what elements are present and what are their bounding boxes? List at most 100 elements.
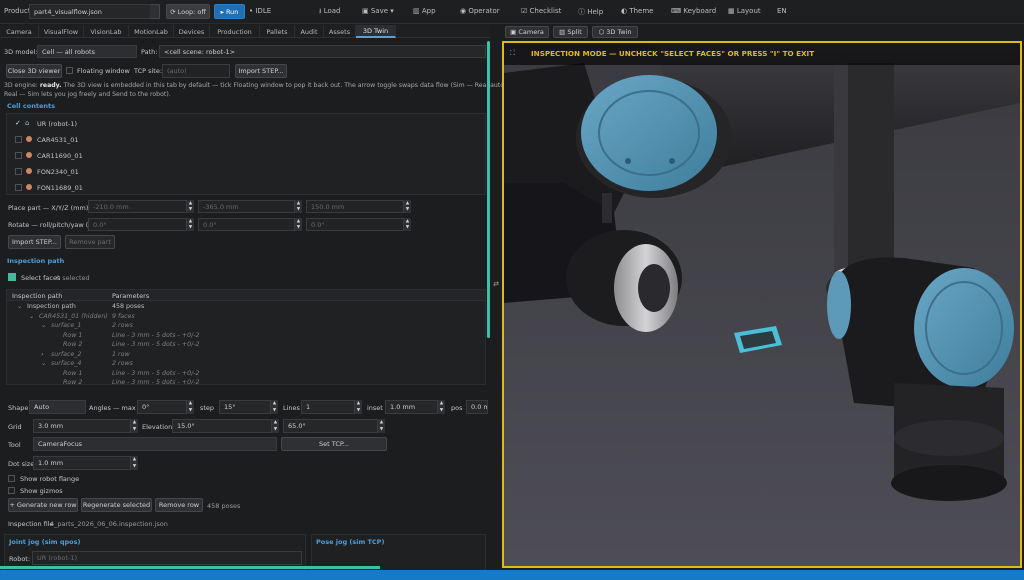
place-x-stepper[interactable]: ▲ ▼: [186, 200, 194, 213]
tab-visualflow[interactable]: VisualFlow: [39, 25, 84, 38]
cell-item-part[interactable]: CAR4531_01: [37, 136, 79, 144]
place-y-stepper[interactable]: ▲ ▼: [294, 200, 302, 213]
inset-stepper[interactable]: ▲ ▼: [437, 400, 445, 414]
tree-row[interactable]: Row 1 Line - 3 mm - 5 dots - +0/-2: [17, 370, 200, 377]
yaw-stepper[interactable]: ▲ ▼: [403, 218, 411, 231]
yaw-field[interactable]: 0.0°: [306, 218, 405, 231]
show-flange-checkbox[interactable]: [8, 475, 15, 482]
tree-row[interactable]: Row 1 Line - 3 mm - 5 dots - +0/-2: [17, 332, 200, 339]
loop-toggle-button[interactable]: ⟳ Loop: off: [166, 4, 210, 19]
expand-arrow-icon[interactable]: ›: [41, 351, 51, 358]
cell-item-checkbox[interactable]: [15, 136, 22, 143]
menu-save[interactable]: ▣ Save ▾: [362, 7, 394, 15]
select-faces-checkbox[interactable]: [8, 273, 16, 281]
tree-row[interactable]: › surface_2 1 row: [17, 351, 130, 358]
menu-language[interactable]: EN: [777, 7, 787, 15]
import-step-button-top[interactable]: Import STEP...: [235, 64, 287, 78]
product-file-field[interactable]: part4_visualflow.json: [29, 4, 160, 19]
menu-app[interactable]: ▥ App: [413, 7, 436, 15]
model-select[interactable]: Cell — all robots: [37, 45, 137, 58]
cell-item-part[interactable]: FON2340_01: [37, 168, 79, 176]
right-tab-split[interactable]: ▥ Split: [553, 26, 588, 38]
lines-field[interactable]: 1: [301, 400, 356, 414]
tree-row[interactable]: ⌄ surface_1 2 rows: [17, 322, 133, 329]
elevation-stepper[interactable]: ▲ ▼: [271, 419, 279, 433]
tab-audit[interactable]: Audit: [295, 25, 324, 38]
tab-production[interactable]: Production: [210, 25, 260, 38]
tree-row[interactable]: Row 2 Line - 3 mm - 5 dots - +0/-2: [17, 341, 200, 348]
floating-window-checkbox[interactable]: [66, 67, 73, 74]
tcp-site-select[interactable]: (auto): [162, 64, 230, 78]
cell-item-robot[interactable]: UR (robot-1): [37, 120, 77, 128]
angles-max-field[interactable]: 0°: [137, 400, 188, 414]
elevation-max-stepper[interactable]: ▲ ▼: [377, 419, 385, 433]
roll-stepper[interactable]: ▲ ▼: [186, 218, 194, 231]
tree-row[interactable]: ⌄ surface_4 2 rows: [17, 360, 133, 367]
grid-stepper[interactable]: ▲ ▼: [130, 419, 138, 433]
expand-arrow-icon[interactable]: ⌄: [17, 303, 27, 310]
robot-select[interactable]: UR (robot-1): [32, 551, 302, 565]
step-field[interactable]: 15°: [219, 400, 272, 414]
pitch-stepper[interactable]: ▲ ▼: [294, 218, 302, 231]
angles-max-stepper[interactable]: ▲ ▼: [186, 400, 194, 414]
viewer-3d[interactable]: ⛶ INSPECTION MODE — UNCHECK "SELECT FACE…: [502, 41, 1022, 568]
grid-field[interactable]: 3.0 mm: [33, 419, 132, 433]
tab-assets[interactable]: Assets: [324, 25, 356, 38]
remove-row-button[interactable]: Remove row: [155, 498, 203, 512]
place-z-stepper[interactable]: ▲ ▼: [403, 200, 411, 213]
tree-row[interactable]: Row 2 Line - 3 mm - 5 dots - +0/-2: [17, 379, 200, 384]
shape-select[interactable]: Auto: [29, 400, 86, 414]
expand-arrow-icon[interactable]: ⌄: [29, 313, 39, 320]
menu-operator[interactable]: ◉ Operator: [460, 7, 500, 15]
path-field[interactable]: <cell scene: robot-1>: [159, 45, 486, 58]
expand-arrow-icon[interactable]: ⌄: [41, 360, 51, 367]
tab-motionlab[interactable]: MotionLab: [129, 25, 174, 38]
cell-item-checkbox[interactable]: [15, 168, 22, 175]
remove-part-button[interactable]: Remove part: [65, 235, 115, 249]
check-icon[interactable]: ✓: [15, 119, 21, 127]
tab-camera[interactable]: Camera: [0, 25, 39, 38]
left-scrollbar[interactable]: [487, 41, 490, 338]
right-tab-camera[interactable]: ▣ Camera: [505, 26, 549, 38]
horizontal-scrollbar[interactable]: [0, 566, 380, 569]
place-y-field[interactable]: -365.0 mm: [198, 200, 296, 213]
cell-item-checkbox[interactable]: [15, 152, 22, 159]
lines-stepper[interactable]: ▲ ▼: [354, 400, 362, 414]
dot-size-stepper[interactable]: ▲ ▼: [130, 456, 138, 470]
inset-field[interactable]: 1.0 mm: [385, 400, 439, 414]
generate-row-button[interactable]: + Generate new row: [8, 498, 78, 512]
menu-keyboard[interactable]: ⌨ Keyboard: [671, 7, 716, 15]
import-step-button[interactable]: Import STEP...: [8, 235, 61, 249]
set-tcp-button[interactable]: Set TCP...: [281, 437, 387, 451]
expand-arrow-icon[interactable]: ⌄: [41, 322, 51, 329]
robot-scene[interactable]: [504, 43, 1020, 566]
tree-row[interactable]: ⌄ CAR4531_01 (hidden) 9 faces: [17, 313, 135, 320]
place-z-field[interactable]: 150.0 mm: [306, 200, 405, 213]
close-3d-viewer-button[interactable]: Close 3D viewer: [6, 64, 62, 78]
cell-item-part[interactable]: FON11689_01: [37, 184, 83, 192]
tool-select[interactable]: CameraFocus: [33, 437, 277, 451]
place-x-field[interactable]: -210.0 mm: [88, 200, 188, 213]
menu-layout[interactable]: ▦ Layout: [728, 7, 761, 15]
pitch-field[interactable]: 0.0°: [198, 218, 296, 231]
tab-devices[interactable]: Devices: [174, 25, 210, 38]
tab-visionlab[interactable]: VisionLab: [84, 25, 129, 38]
tab-3d-twin[interactable]: 3D Twin: [356, 25, 396, 38]
pos-field[interactable]: 0.0 m: [466, 400, 488, 414]
show-gizmos-checkbox[interactable]: [8, 487, 15, 494]
cell-item-part[interactable]: CAR11690_01: [37, 152, 83, 160]
menu-load[interactable]: ⭳ Load: [319, 7, 340, 18]
elevation-max-field[interactable]: 65.0°: [283, 419, 379, 433]
splitter-handle[interactable]: ⇄: [493, 280, 499, 304]
dot-size-field[interactable]: 1.0 mm: [33, 456, 132, 470]
roll-field[interactable]: 0.0°: [88, 218, 188, 231]
regenerate-selected-button[interactable]: Regenerate selected: [81, 498, 152, 512]
menu-theme[interactable]: ◐ Theme: [621, 7, 654, 15]
tree-row[interactable]: ⌄ Inspection path 458 poses: [17, 303, 144, 310]
run-button[interactable]: ▸ Run: [214, 4, 245, 19]
menu-help[interactable]: ⓘ Help: [578, 7, 603, 17]
step-stepper[interactable]: ▲ ▼: [270, 400, 278, 414]
elevation-field[interactable]: 15.0°: [172, 419, 273, 433]
cell-item-checkbox[interactable]: [15, 184, 22, 191]
product-browse-button[interactable]: [150, 4, 160, 19]
